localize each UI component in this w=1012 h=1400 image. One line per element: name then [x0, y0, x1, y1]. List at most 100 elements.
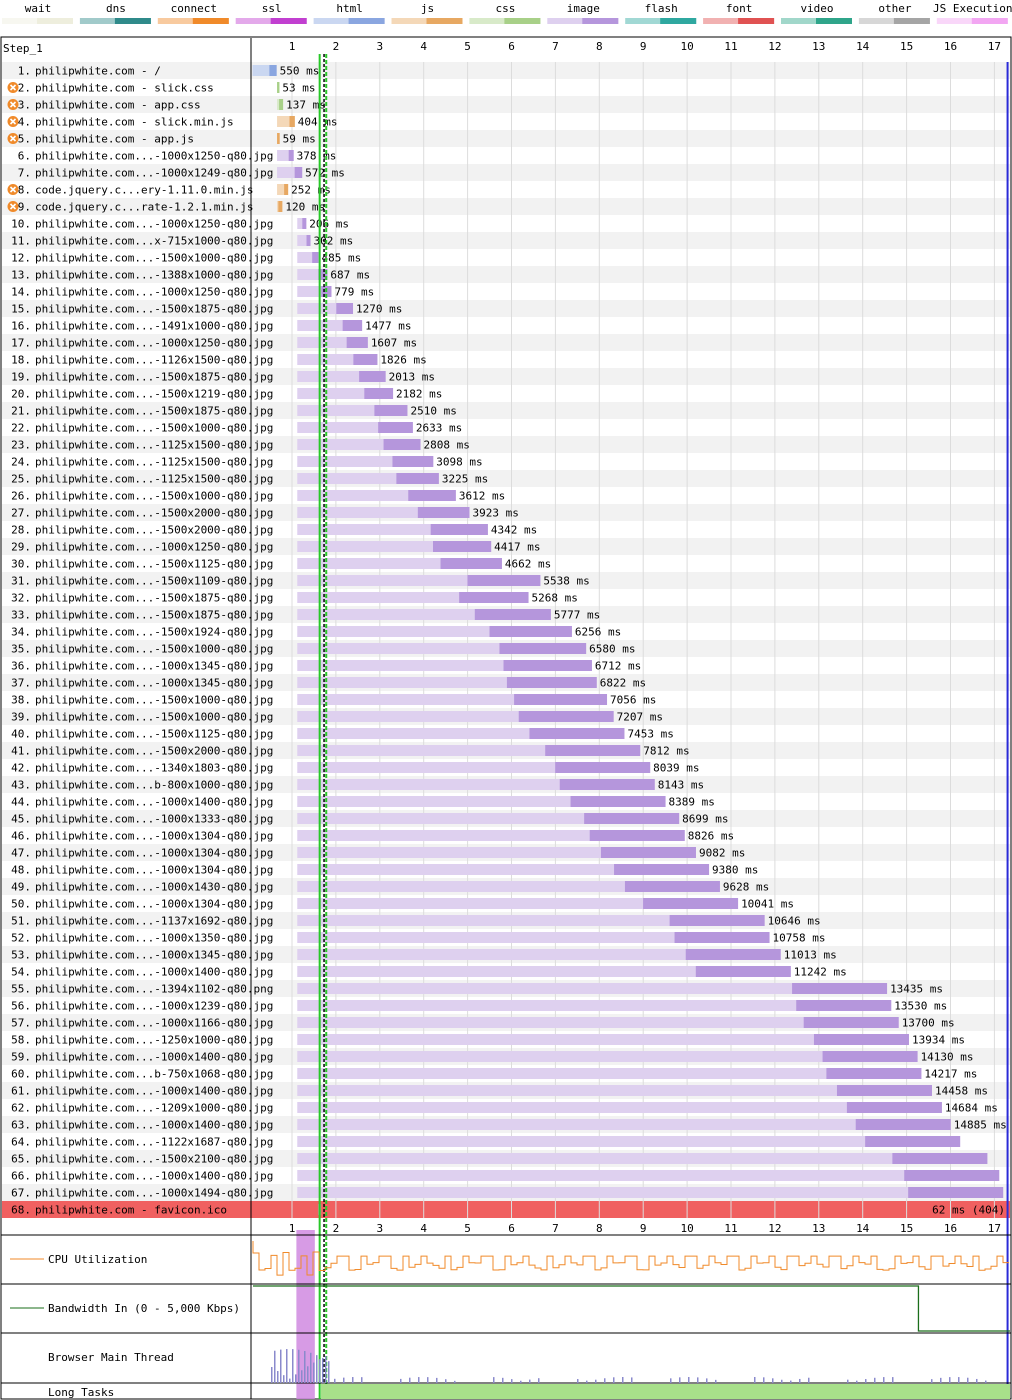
main-thread-bar	[586, 1380, 588, 1383]
request-number: 6.	[18, 150, 31, 163]
request-label: philipwhite.com...-1500x1000-q80.jpg	[35, 490, 273, 503]
main-thread-bar	[280, 1349, 282, 1383]
request-label: philipwhite.com...-1388x1000-q80.jpg	[35, 269, 273, 282]
main-thread-bar	[679, 1377, 681, 1383]
request-time-label: 59 ms	[283, 133, 316, 146]
legend-swatch	[893, 18, 930, 24]
axis-tick-label: 9	[640, 40, 647, 53]
axis-tick-label: 15	[900, 1222, 913, 1235]
main-thread-bar	[352, 1377, 354, 1383]
request-bar-download	[892, 1153, 988, 1164]
request-bar-download	[584, 813, 680, 824]
request-number: 64.	[11, 1136, 31, 1149]
axis-tick-label: 9	[640, 1222, 647, 1235]
request-label: philipwhite.com...-1000x1250-q80.jpg	[35, 286, 273, 299]
request-bar-wait	[297, 1102, 942, 1113]
request-number: 35.	[11, 643, 31, 656]
axis-tick-label: 3	[376, 1222, 383, 1235]
axis-tick-label: 3	[376, 40, 383, 53]
request-number: 37.	[11, 677, 31, 690]
request-number: 33.	[11, 609, 31, 622]
main-thread-bar	[931, 1379, 933, 1383]
axis-tick-label: 5	[464, 40, 471, 53]
request-label: philipwhite.com...-1500x1219-q80.jpg	[35, 388, 273, 401]
request-number: 5.	[18, 133, 31, 146]
request-number: 68.	[11, 1204, 31, 1217]
legend-swatch	[660, 18, 697, 24]
request-number: 34.	[11, 626, 31, 639]
request-bar-download	[643, 898, 739, 909]
request-number: 23.	[11, 439, 31, 452]
main-thread-bar	[892, 1377, 894, 1383]
axis-tick-label: 13	[812, 40, 825, 53]
request-bar-download	[278, 201, 283, 212]
request-time-label: 5538 ms	[543, 575, 589, 588]
request-time-label: 14130 ms	[921, 1051, 974, 1064]
request-label: philipwhite.com...-1000x1400-q80.jpg	[35, 1085, 273, 1098]
axis-tick-label: 13	[812, 1222, 825, 1235]
request-bar-download	[302, 218, 307, 229]
request-label: philipwhite.com...-1491x1000-q80.jpg	[35, 320, 273, 333]
main-thread-bar	[328, 1361, 330, 1383]
request-number: 19.	[11, 371, 31, 384]
request-bar-download	[826, 1068, 922, 1079]
request-time-label: 687 ms	[330, 269, 370, 282]
request-label: philipwhite.com...-1500x2000-q80.jpg	[35, 524, 273, 537]
request-bar-download	[336, 303, 354, 314]
request-number: 30.	[11, 558, 31, 571]
request-bar-download	[792, 983, 888, 994]
main-thread-bar	[847, 1379, 849, 1383]
request-bar-download	[669, 915, 765, 926]
main-thread-bar	[520, 1380, 522, 1383]
request-number: 62.	[11, 1102, 31, 1115]
request-number: 28.	[11, 524, 31, 537]
main-thread-bar	[409, 1377, 411, 1383]
main-thread-bar	[874, 1377, 876, 1383]
legend-label: css	[495, 2, 515, 15]
request-number: 41.	[11, 745, 31, 758]
request-bar-download	[417, 507, 470, 518]
axis-tick-label: 5	[464, 1222, 471, 1235]
request-number: 12.	[11, 252, 31, 265]
request-number: 60.	[11, 1068, 31, 1081]
request-time-label: 7056 ms	[610, 694, 656, 707]
main-thread-bar	[289, 1378, 291, 1383]
main-thread-bar	[856, 1380, 858, 1383]
request-time-label: 2182 ms	[396, 388, 442, 401]
request-label: philipwhite.com...-1122x1687-q80.jpg	[35, 1136, 273, 1149]
request-time-label: 62 ms (404)	[932, 1204, 1005, 1217]
request-time-label: 2633 ms	[416, 422, 462, 435]
legend-swatch	[816, 18, 852, 24]
request-time-label: 1826 ms	[380, 354, 426, 367]
request-label: philipwhite.com...-1000x1250-q80.jpg	[35, 541, 273, 554]
request-time-label: 378 ms	[297, 150, 337, 163]
request-bar-download	[614, 864, 710, 875]
request-time-label: 5777 ms	[554, 609, 600, 622]
request-label: philipwhite.com...x-715x1000-q80.jpg	[35, 235, 273, 248]
request-number: 10.	[11, 218, 31, 231]
axis-tick-label: 16	[944, 1222, 957, 1235]
request-number: 59.	[11, 1051, 31, 1064]
request-time-label: 1607 ms	[371, 337, 417, 350]
request-bar-download	[440, 558, 502, 569]
request-time-label: 2808 ms	[424, 439, 470, 452]
request-number: 27.	[11, 507, 31, 520]
axis-tick-label: 15	[900, 40, 913, 53]
request-bar-download	[555, 762, 651, 773]
request-time-label: 2510 ms	[410, 405, 456, 418]
main-thread-bar	[400, 1378, 402, 1383]
request-number: 39.	[11, 711, 31, 724]
request-label: philipwhite.com...-1394x1102-q80.png	[35, 983, 273, 996]
main-thread-bar	[985, 1380, 987, 1383]
request-bar-download	[306, 235, 311, 246]
legend-swatch	[504, 18, 541, 24]
main-thread-bar	[670, 1378, 672, 1383]
cpu-panel-label: CPU Utilization	[48, 1253, 147, 1266]
request-number: 32.	[11, 592, 31, 605]
axis-tick-label: 8	[596, 40, 603, 53]
request-bar-wait	[297, 1119, 951, 1130]
request-time-label: 3923 ms	[472, 507, 518, 520]
request-time-label: 9082 ms	[699, 847, 745, 860]
request-label: philipwhite.com...-1500x1000-q80.jpg	[35, 711, 273, 724]
request-label: philipwhite.com...-1500x1875-q80.jpg	[35, 609, 273, 622]
